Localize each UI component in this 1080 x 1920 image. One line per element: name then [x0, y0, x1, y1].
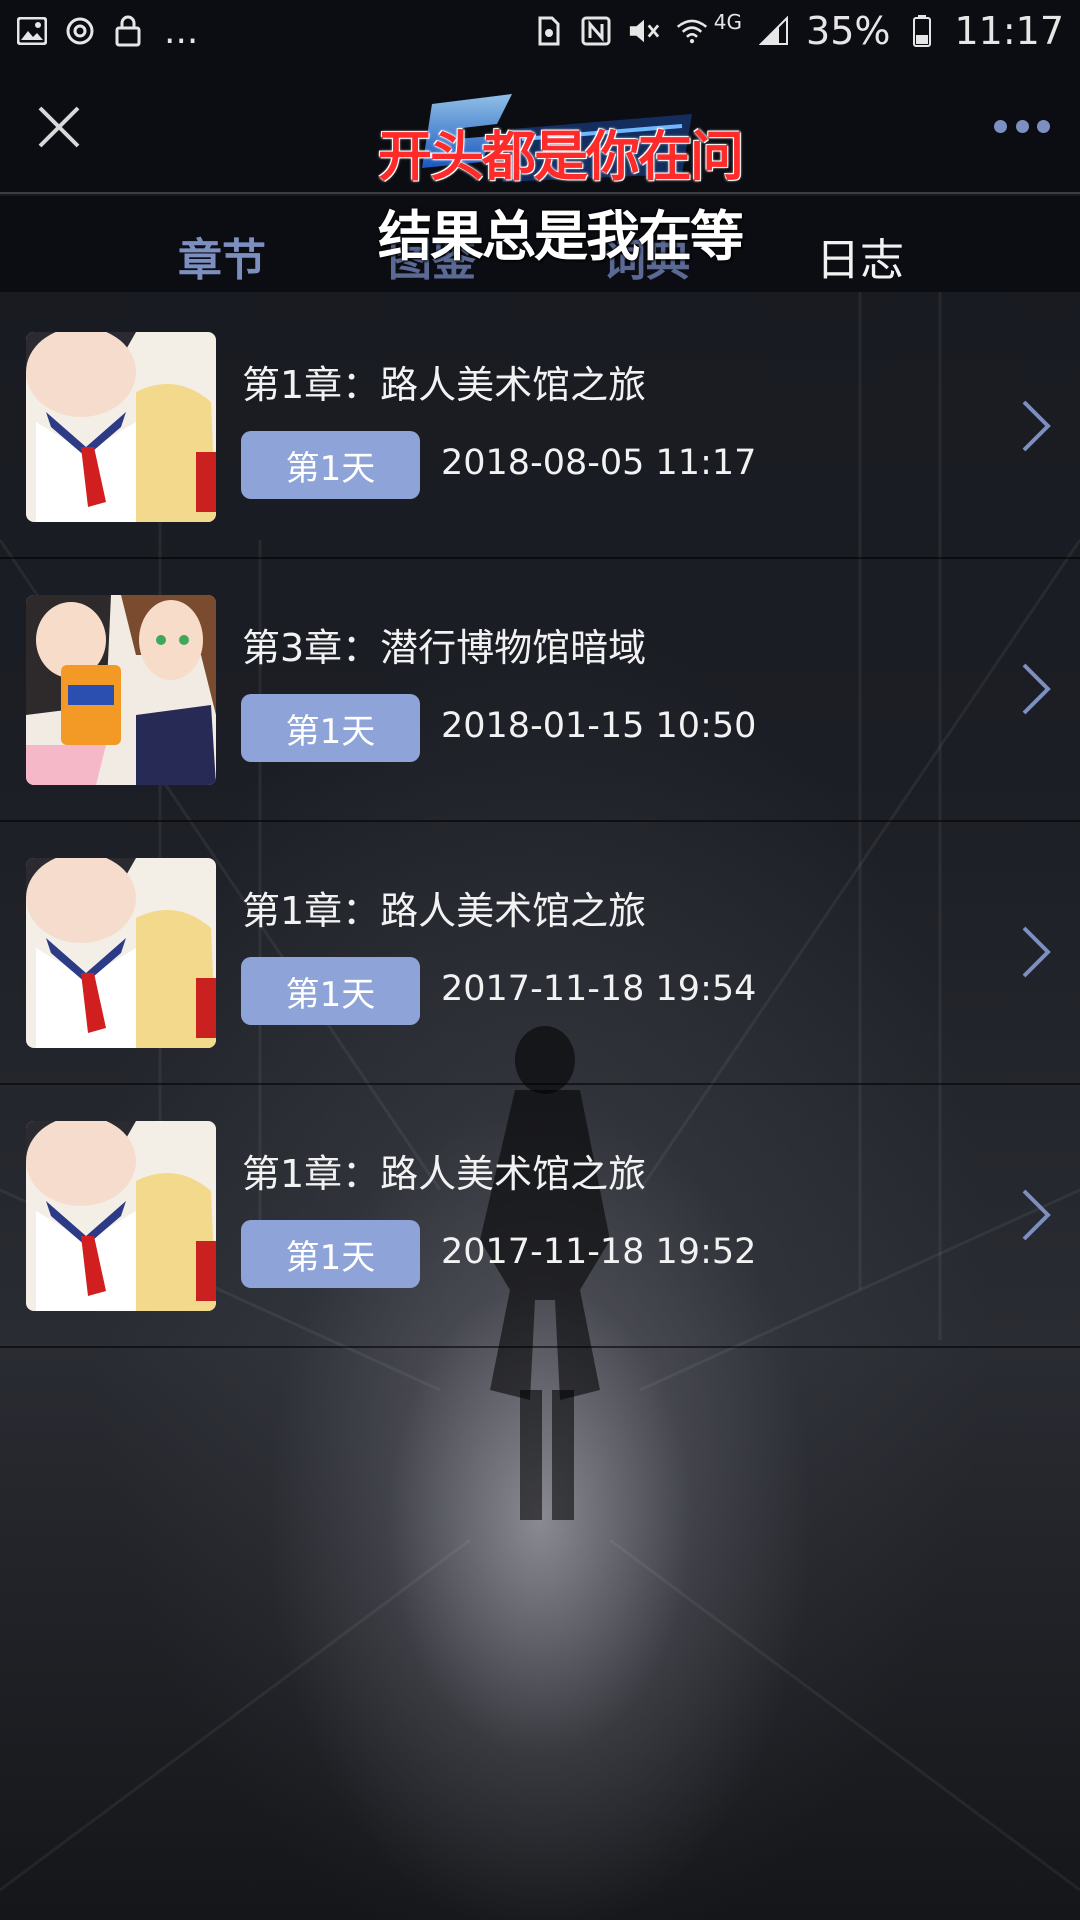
chapter-title: 第1章：路人美术馆之旅 [242, 363, 647, 407]
lock-icon [112, 15, 144, 47]
notification-overflow: ... [164, 10, 199, 52]
chapter-datetime: 2018-08-05 11:17 [441, 443, 757, 483]
day-badge: 第1天 [241, 957, 420, 1025]
day-badge: 第1天 [241, 694, 420, 762]
close-icon [38, 106, 80, 148]
status-bar: ... 4G 35% 11:17 [0, 0, 1080, 62]
day-badge: 第1天 [241, 431, 420, 499]
close-button[interactable] [34, 102, 84, 152]
chapter-list: 第1章：路人美术馆之旅 第1天 2018-08-05 11:17 第3章：潜行博… [0, 296, 1080, 1348]
chevron-right-icon [1022, 1189, 1051, 1241]
chapter-datetime: 2017-11-18 19:54 [441, 969, 757, 1009]
chapter-title: 第3章：潜行博物馆暗域 [242, 626, 647, 670]
battery-icon [906, 15, 938, 47]
sync-icon [64, 15, 96, 47]
more-options-button[interactable] [994, 114, 1050, 138]
chevron-right-icon [1022, 926, 1051, 978]
status-right: 4G 35% 11:17 [532, 9, 1064, 53]
chapter-thumbnail [26, 595, 216, 785]
more-dots-icon [994, 119, 1007, 133]
status-left: ... [16, 11, 198, 52]
day-badge: 第1天 [241, 1220, 420, 1288]
wifi-icon [676, 15, 708, 47]
signal-icon [758, 15, 790, 47]
chapter-datetime: 2018-01-15 10:50 [441, 706, 757, 746]
network-type: 4G [713, 10, 743, 34]
nfc-icon [580, 15, 612, 47]
clock: 11:17 [954, 9, 1064, 53]
mute-icon [628, 15, 660, 47]
chevron-right-icon [1022, 663, 1051, 715]
nfc-tag-icon [532, 15, 564, 47]
battery-percent: 35% [806, 9, 891, 53]
chapter-thumbnail [26, 1121, 216, 1311]
tab-chapters[interactable]: 章节 [178, 224, 266, 288]
list-item[interactable]: 第1章：路人美术馆之旅 第1天 2017-11-18 19:54 [0, 822, 1080, 1085]
chapter-thumbnail [26, 332, 216, 522]
chapter-datetime: 2017-11-18 19:52 [441, 1232, 757, 1272]
chapter-title: 第1章：路人美术馆之旅 [242, 1152, 647, 1196]
list-item[interactable]: 第1章：路人美术馆之旅 第1天 2018-08-05 11:17 [0, 296, 1080, 559]
screen: ... 4G 35% 11:17 开头都是你在问 章节 图鉴 词典 日志 结果总… [0, 0, 1080, 1920]
overlay-caption-top: 开头都是你在问 [378, 125, 744, 188]
list-item[interactable]: 第1章：路人美术馆之旅 第1天 2017-11-18 19:52 [0, 1085, 1080, 1348]
chevron-right-icon [1022, 400, 1051, 452]
tab-log[interactable]: 日志 [816, 224, 904, 288]
image-icon [16, 15, 48, 47]
list-item[interactable]: 第3章：潜行博物馆暗域 第1天 2018-01-15 10:50 [0, 559, 1080, 822]
overlay-caption-bottom: 结果总是我在等 [378, 205, 744, 268]
chapter-thumbnail [26, 858, 216, 1048]
chapter-title: 第1章：路人美术馆之旅 [242, 889, 647, 933]
